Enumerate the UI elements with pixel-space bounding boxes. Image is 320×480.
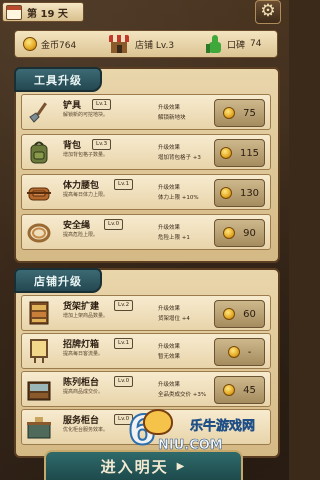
upgrade-row-safety-rope: 安全绳 Lv.0 提高危险上限。 升级效果 危险上限 +1 90: [21, 214, 271, 250]
level-badge: Lv.1: [114, 338, 134, 349]
cow-logo-icon: [143, 409, 173, 435]
effect-value: 暂无效果: [158, 354, 181, 360]
upgrade-row-display-counter: 陈列柜台 Lv.0 提高商品成交价。 升级效果 全品类成交价 +3% 45: [21, 371, 271, 407]
level-badge: Lv.0: [104, 219, 124, 230]
reputation-value: 74: [250, 39, 262, 49]
day-counter: 第 19 天: [2, 2, 84, 22]
effect-value: 增加背包格子 +3: [158, 155, 201, 161]
item-description: 提高每日客流量。: [63, 351, 104, 357]
next-day-label: 进入明天: [100, 457, 169, 476]
signboard-icon: [30, 339, 48, 363]
level-badge: Lv.3: [92, 139, 112, 150]
item-name: 陈列柜台: [63, 378, 100, 388]
price: 75: [243, 107, 256, 119]
coin-icon: [223, 384, 236, 396]
price: -: [247, 346, 252, 358]
effect-title: 升级效果: [158, 185, 181, 191]
level-badge: Lv.1: [114, 179, 134, 190]
upgrade-button-shovel[interactable]: 75: [214, 99, 265, 127]
effect-value: 全品类成交价 +3%: [158, 392, 207, 398]
coin-icon: [223, 107, 236, 119]
upgrade-button-signboard[interactable]: -: [214, 338, 265, 366]
next-day-button[interactable]: 进入明天 ▶: [44, 450, 243, 480]
item-name: 招牌灯箱: [63, 340, 100, 350]
coin-icon: [23, 37, 37, 51]
item-description: 增加上架商品数量。: [63, 313, 109, 319]
display-counter-icon: [27, 381, 51, 401]
shop-level-stat: 店铺 Lv.3: [109, 31, 174, 57]
item-name: 服务柜台: [63, 416, 100, 426]
play-arrow-icon: ▶: [176, 460, 187, 472]
effect-title: 升级效果: [158, 306, 181, 312]
waist-pack-icon: [27, 187, 51, 201]
shovel-icon: [29, 102, 47, 123]
price: 115: [239, 147, 260, 159]
item-description: 提高危险上限。: [63, 232, 99, 238]
upgrade-button-backpack[interactable]: 115: [214, 139, 265, 167]
effect-title: 升级效果: [158, 145, 181, 151]
price: 60: [243, 308, 256, 320]
effect-title: 升级效果: [158, 225, 181, 231]
effect-value: 货架增位 +4: [158, 316, 190, 322]
shop-icon: [109, 35, 129, 53]
coin-icon: [223, 308, 236, 320]
backpack-icon: [30, 141, 48, 164]
effect-value: 体力上限 +10%: [158, 195, 199, 201]
item-description: 提高商品成交价。: [63, 389, 104, 395]
shop-level-label: 店铺 Lv.3: [135, 40, 175, 51]
upgrade-row-backpack: 背包 Lv.3 增加背包格子数量。 升级效果 增加背包格子 +3 115: [21, 134, 271, 170]
reputation-stat: 口碑 74: [206, 31, 261, 57]
effect-value: 危险上限 +1: [158, 235, 190, 241]
upgrade-row-waist-pack: 体力腰包 Lv.1 提高每日体力上限。 升级效果 体力上限 +10% 130: [21, 174, 271, 210]
service-counter-icon: [27, 417, 51, 439]
day-label: 第 19 天: [27, 8, 68, 20]
settings-button[interactable]: ⚙: [255, 0, 281, 24]
gold-label: 金币764: [41, 40, 77, 51]
thumbs-up-icon: [206, 35, 222, 53]
watermark-brand: 乐牛游戏网: [190, 419, 256, 435]
coin-icon: [223, 227, 236, 239]
item-name: 安全绳: [63, 221, 91, 231]
effect-title: 升级效果: [158, 105, 181, 111]
upgrade-button-waist-pack[interactable]: 130: [214, 179, 265, 207]
item-description: 解锁新的可挖地块。: [63, 112, 109, 118]
gear-icon: ⚙: [260, 1, 276, 21]
tools-section-title: 工具升级: [14, 67, 102, 92]
reputation-label: 口碑: [227, 40, 246, 51]
item-name: 背包: [63, 141, 82, 151]
price: 90: [243, 227, 256, 239]
upgrade-row-signboard: 招牌灯箱 Lv.1 提高每日客流量。 升级效果 暂无效果 -: [21, 333, 271, 369]
coin-icon: [219, 187, 232, 199]
effect-title: 升级效果: [158, 344, 181, 350]
upgrade-button-safety-rope[interactable]: 90: [214, 219, 265, 247]
effect-value: 解锁新地块: [158, 115, 186, 121]
shop-section-title: 店铺升级: [14, 268, 102, 293]
tools-upgrade-panel: 工具升级 铲具 Lv.1 解锁新的可挖地块。 升级效果 解锁新地块 75 背包 …: [14, 67, 280, 263]
upgrade-row-shelf: 货架扩建 Lv.2 增加上架商品数量。 升级效果 货架增位 +4 60: [21, 295, 271, 331]
stats-bar: 金币764 店铺 Lv.3 口碑 74: [14, 30, 278, 58]
item-name: 铲具: [63, 101, 82, 111]
level-badge: Lv.2: [114, 300, 134, 311]
item-name: 体力腰包: [63, 181, 100, 191]
upgrade-row-shovel: 铲具 Lv.1 解锁新的可挖地块。 升级效果 解锁新地块 75: [21, 94, 271, 130]
effect-title: 升级效果: [158, 382, 181, 388]
level-badge: Lv.1: [92, 99, 112, 110]
gold-stat: 金币764: [23, 31, 76, 57]
item-description: 增加背包格子数量。: [63, 152, 109, 158]
level-badge: Lv.0: [114, 376, 134, 387]
item-description: 提高每日体力上限。: [63, 192, 109, 198]
calendar-icon: [6, 4, 22, 20]
price: 130: [239, 187, 260, 199]
shelf-icon: [29, 301, 49, 325]
rope-icon: [27, 223, 51, 243]
coin-icon: [227, 346, 240, 358]
item-name: 货架扩建: [63, 302, 100, 312]
upgrade-button-display-counter[interactable]: 45: [214, 376, 265, 404]
price: 45: [243, 384, 256, 396]
coin-icon: [219, 147, 232, 159]
upgrade-button-shelf[interactable]: 60: [214, 300, 265, 328]
